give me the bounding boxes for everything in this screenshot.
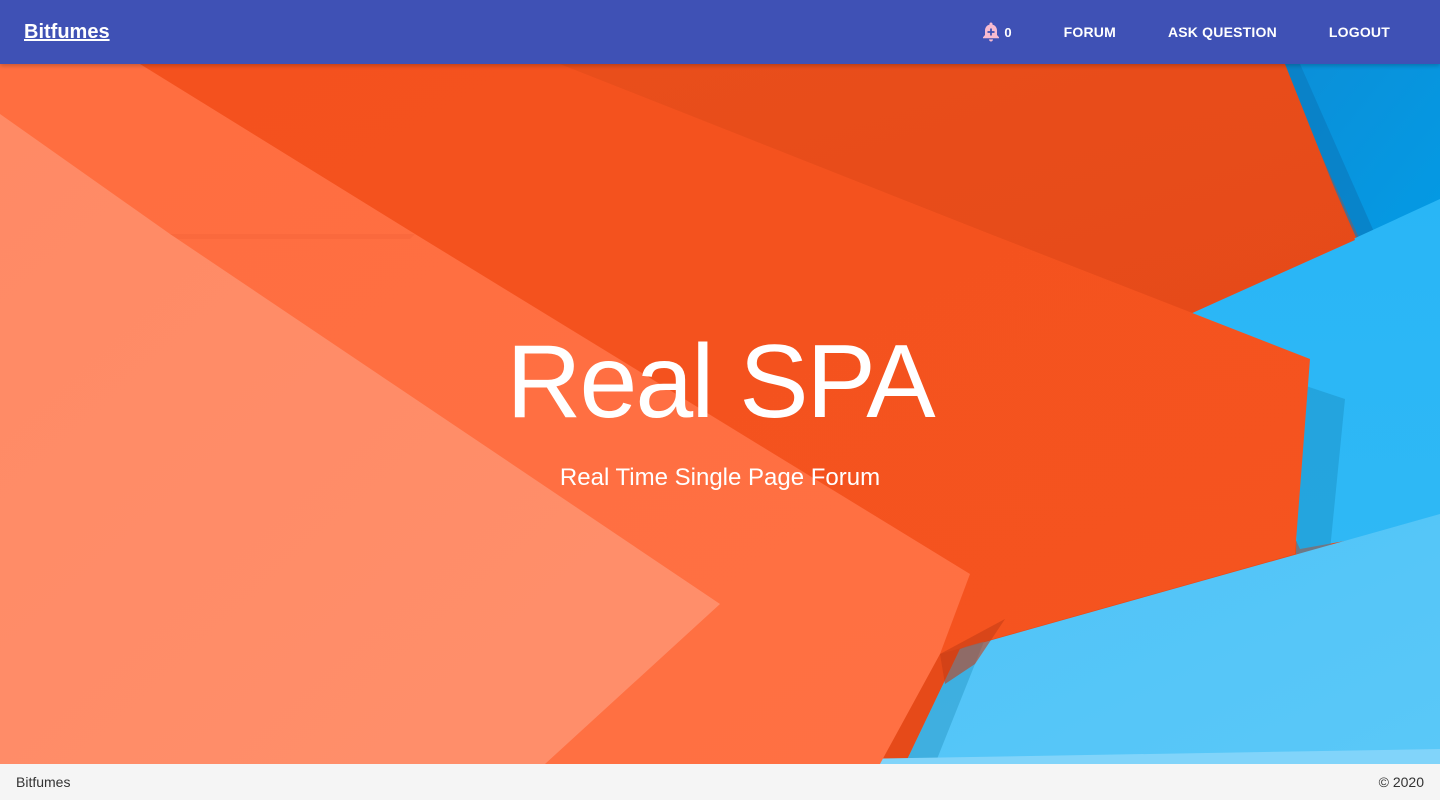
nav-ask-question-button[interactable]: Ask Question [1142, 14, 1303, 50]
footer-brand: Bitfumes [16, 774, 71, 790]
notifications-button[interactable]: 0 [981, 21, 1012, 43]
top-toolbar: Bitfumes 0 Forum Ask Question Logout [0, 0, 1440, 64]
bell-plus-icon [981, 21, 1001, 43]
footer-copyright: © 2020 [1378, 774, 1424, 790]
nav-forum-button[interactable]: Forum [1038, 14, 1142, 50]
hero-subtitle: Real Time Single Page Forum [559, 464, 881, 491]
hero-title: Real SPA [506, 324, 935, 440]
footer: Bitfumes © 2020 [0, 764, 1440, 800]
nav-logout-button[interactable]: Logout [1303, 14, 1416, 50]
hero-section: Real SPA Real Time Single Page Forum [0, 64, 1440, 764]
brand-link[interactable]: Bitfumes [24, 21, 110, 44]
app-root: Bitfumes 0 Forum Ask Question Logout [0, 0, 1440, 800]
notification-count: 0 [1004, 24, 1012, 40]
